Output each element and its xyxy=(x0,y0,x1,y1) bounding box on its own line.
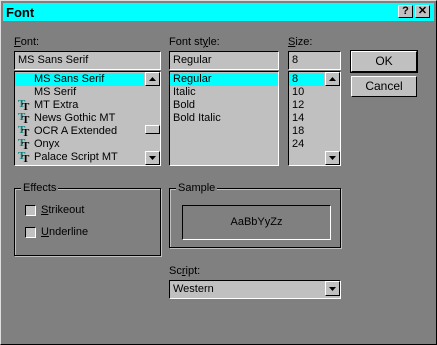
truetype-icon xyxy=(18,137,30,153)
font-style-list-item[interactable]: Bold xyxy=(170,99,278,112)
font-style-value: Regular xyxy=(173,54,212,66)
scroll-down-button[interactable] xyxy=(145,151,160,165)
scroll-thumb[interactable] xyxy=(145,125,160,134)
script-dropdown-button[interactable] xyxy=(325,281,340,296)
font-label: Font: xyxy=(14,36,40,48)
underline-label[interactable]: Underline xyxy=(41,226,88,238)
font-style-list-item-label: Bold xyxy=(173,99,196,111)
size-list-item-label: 10 xyxy=(292,86,305,98)
script-select[interactable]: Western xyxy=(169,280,341,299)
size-list-item-label: 18 xyxy=(292,125,305,137)
font-name-value: MS Sans Serif xyxy=(18,54,89,66)
cancel-button[interactable]: Cancel xyxy=(351,76,417,97)
effects-group: Effects Strikeout Underline xyxy=(14,182,161,256)
font-style-listbox[interactable]: Regular Italic Bold Bold Italic xyxy=(169,71,279,166)
truetype-icon xyxy=(18,124,30,140)
strikeout-label[interactable]: Strikeout xyxy=(41,204,84,216)
size-listbox[interactable]: 8 10 12 14 18 24 xyxy=(288,71,341,166)
sample-group: Sample AaBbYyZz xyxy=(169,182,341,248)
size-list-item-label: 24 xyxy=(292,138,305,150)
font-list-item[interactable]: MT Extra xyxy=(15,98,144,114)
font-list-item-label: MS Serif xyxy=(34,86,77,98)
up-arrow-icon xyxy=(149,77,156,81)
font-list-item[interactable]: OCR A Extended xyxy=(15,124,144,140)
font-list-item[interactable]: Onyx xyxy=(15,137,144,153)
underline-checkbox[interactable] xyxy=(25,227,36,238)
font-type-spacer xyxy=(18,86,30,97)
truetype-icon xyxy=(18,98,30,114)
down-arrow-icon xyxy=(329,156,336,160)
truetype-icon xyxy=(18,150,30,165)
cancel-label: Cancel xyxy=(365,79,403,93)
window-title: Font xyxy=(6,5,35,20)
size-list-item-label: 12 xyxy=(292,99,305,111)
font-scrollbar[interactable] xyxy=(145,72,160,165)
strikeout-checkbox[interactable] xyxy=(25,205,36,216)
font-dialog: Font ? ✕ Font: MS Sans Serif MS Sans Ser… xyxy=(0,0,437,345)
font-name-input[interactable]: MS Sans Serif xyxy=(14,51,161,70)
size-list-item[interactable]: 14 xyxy=(289,112,324,125)
help-icon: ? xyxy=(402,5,409,17)
font-list-item[interactable]: MS Sans Serif xyxy=(15,73,144,86)
help-button[interactable]: ? xyxy=(398,5,413,18)
size-list-item-label: 8 xyxy=(292,73,299,85)
font-list-item-label: Palace Script MT xyxy=(34,151,118,163)
size-scroll-up-button[interactable] xyxy=(325,72,340,86)
size-label: Size: xyxy=(288,36,313,48)
size-list-item[interactable]: 10 xyxy=(289,86,324,99)
font-list-item[interactable]: News Gothic MT xyxy=(15,111,144,127)
font-list-item[interactable]: MS Serif xyxy=(15,86,144,99)
up-arrow-icon xyxy=(329,77,336,81)
size-scrollbar[interactable] xyxy=(325,72,340,165)
font-style-input[interactable]: Regular xyxy=(169,51,279,70)
size-list-item[interactable]: 18 xyxy=(289,125,324,138)
font-list-item-label: News Gothic MT xyxy=(34,112,116,124)
font-type-spacer xyxy=(18,73,30,84)
sample-title: Sample xyxy=(176,182,218,194)
font-style-list-item[interactable]: Italic xyxy=(170,86,278,99)
font-style-list-item[interactable]: Bold Italic xyxy=(170,112,278,125)
script-value: Western xyxy=(173,283,214,295)
font-style-list-item-label: Italic xyxy=(173,86,196,98)
font-style-label: Font style: xyxy=(169,36,220,48)
close-icon: ✕ xyxy=(417,5,428,17)
ok-label: OK xyxy=(375,54,393,68)
font-list-item[interactable]: Palace Script MT xyxy=(15,150,144,165)
font-style-list-item-label: Bold Italic xyxy=(173,112,221,124)
size-list-item-label: 14 xyxy=(292,112,305,124)
sample-text: AaBbYyZz xyxy=(230,216,283,228)
size-list-item[interactable]: 12 xyxy=(289,99,324,112)
font-listbox[interactable]: MS Sans SerifMS SerifMT ExtraNews Gothic… xyxy=(14,71,161,166)
font-style-list-item-label: Regular xyxy=(173,73,212,85)
font-list-item-label: MS Sans Serif xyxy=(34,73,105,85)
chevron-down-icon xyxy=(329,287,336,291)
font-list-item-label: OCR A Extended xyxy=(34,125,118,137)
truetype-icon xyxy=(18,111,30,127)
size-list-item[interactable]: 8 xyxy=(289,73,324,86)
title-bar[interactable]: Font ? ✕ xyxy=(3,3,434,21)
sample-preview: AaBbYyZz xyxy=(182,205,331,240)
size-scroll-down-button[interactable] xyxy=(325,151,340,165)
font-list-item-label: MT Extra xyxy=(34,99,79,111)
size-list-item[interactable]: 24 xyxy=(289,138,324,151)
size-value: 8 xyxy=(292,54,299,66)
scroll-up-button[interactable] xyxy=(145,72,160,86)
down-arrow-icon xyxy=(149,156,156,160)
ok-button[interactable]: OK xyxy=(350,50,418,73)
font-style-list-item[interactable]: Regular xyxy=(170,73,278,86)
size-input[interactable]: 8 xyxy=(288,51,341,70)
script-label: Script: xyxy=(169,265,201,277)
effects-title: Effects xyxy=(21,182,59,194)
close-button[interactable]: ✕ xyxy=(415,5,430,18)
font-list-item-label: Onyx xyxy=(34,138,60,150)
